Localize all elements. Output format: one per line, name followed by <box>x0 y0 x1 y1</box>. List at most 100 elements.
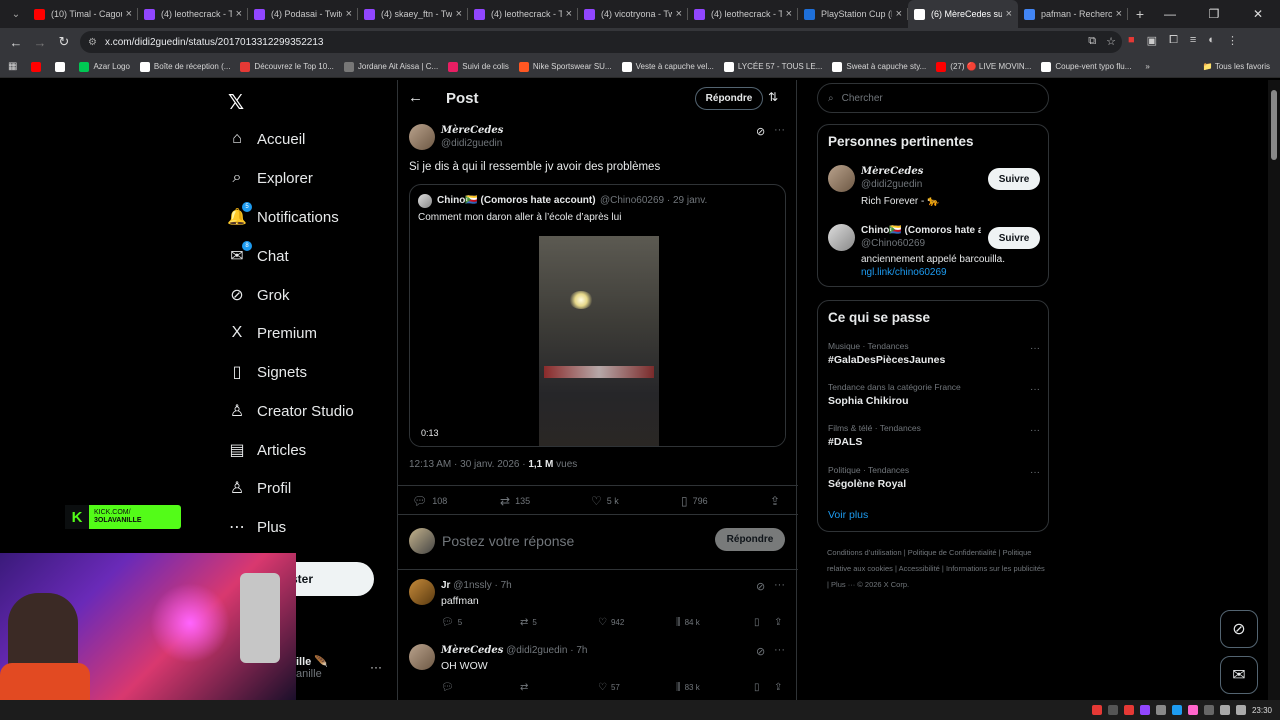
bookmark-item[interactable]: Coupe-vent typo flu... <box>1041 61 1131 72</box>
reply-author-name[interactable]: Jr <box>441 580 450 591</box>
reply-views-action[interactable]: ⫼ 83 k <box>676 682 700 693</box>
nav-item-plus[interactable]: ⋯ Plus <box>226 512 286 542</box>
author-name[interactable]: 𝑴è𝒓𝒆𝑪𝒆𝒅𝒆𝒔 <box>441 125 503 136</box>
header-reply-button[interactable]: Répondre <box>695 87 763 110</box>
reply-more-icon[interactable]: ··· <box>774 644 785 656</box>
url-field[interactable]: ⚙ x.com/didi2guedin/status/2017013312299… <box>80 31 1122 53</box>
tray-app-icon[interactable] <box>1155 705 1166 715</box>
grok-fab-icon[interactable]: ⊘ <box>1220 610 1258 648</box>
search-input[interactable]: ⌕ Chercher <box>817 83 1049 113</box>
browser-tab[interactable]: (10) Timal - Cagoule × <box>28 0 138 28</box>
apps-grid-icon[interactable]: ▦ <box>8 61 17 72</box>
post-timestamp[interactable]: 12:13 AM · 30 janv. 2026 · <box>409 459 528 470</box>
x-logo-icon[interactable]: 𝕏 <box>228 90 244 115</box>
reading-list-icon[interactable]: ≡ <box>1190 34 1196 47</box>
grok-icon[interactable]: ⊘ <box>756 125 765 138</box>
extension-red-icon[interactable]: ■ <box>1128 34 1135 47</box>
nav-item-creator-studio[interactable]: ♙ Creator Studio <box>226 396 354 426</box>
account-switcher[interactable]: ille 🪶 anille <box>296 655 328 680</box>
tab-search-icon[interactable]: ⌄ <box>4 4 28 24</box>
reply-submit-button[interactable]: Répondre <box>715 528 785 551</box>
tray-app-icon[interactable] <box>1187 705 1198 715</box>
tray-app-icon[interactable] <box>1091 705 1102 715</box>
reply-share-action[interactable]: ⇪ <box>774 617 786 628</box>
browser-tab[interactable]: (4) leothecrack - Twitch × <box>468 0 578 28</box>
reply-item[interactable]: 𝑴è𝒓𝒆𝑪𝒆𝒅𝒆𝒔 @didi2guedin · 7h OH WOW ⊘ ···… <box>398 636 798 700</box>
grok-icon[interactable]: ⊘ <box>756 645 765 658</box>
forward-arrow-icon[interactable]: → <box>28 35 52 50</box>
footer-links[interactable]: Conditions d’utilisation | Politique de … <box>827 545 1047 593</box>
tab-close-icon[interactable]: × <box>1006 8 1012 20</box>
profile-avatar-icon[interactable]: ◐ <box>1208 34 1215 47</box>
browser-tab[interactable]: (4) Podasai - Twitch × <box>248 0 358 28</box>
reply-avatar[interactable] <box>409 644 435 670</box>
tray-app-icon[interactable] <box>1203 705 1214 715</box>
wifi-icon[interactable] <box>1219 705 1230 715</box>
tray-app-icon[interactable] <box>1123 705 1134 715</box>
browser-tab[interactable]: PlayStation Cup (Fr) × <box>798 0 908 28</box>
scrollbar-thumb[interactable] <box>1271 90 1277 160</box>
messages-fab-icon[interactable]: ✉ <box>1220 656 1258 694</box>
trend-more-icon[interactable]: ··· <box>1030 343 1040 354</box>
repost-action[interactable]: ⇄ 135 <box>500 494 530 508</box>
trend-item[interactable]: Tendance dans la catégorie France Sophia… <box>828 382 1040 407</box>
close-window-icon[interactable]: ✕ <box>1236 7 1280 21</box>
site-info-icon[interactable]: ⚙ <box>88 37 97 48</box>
browser-tab[interactable]: (6) MèreCedes sur X × <box>908 0 1018 28</box>
bookmark-item[interactable]: Boîte de réception (... <box>139 61 230 72</box>
bookmark-item[interactable]: Azar Logo <box>79 61 130 72</box>
author-avatar[interactable] <box>409 124 435 150</box>
tray-app-icon[interactable] <box>1171 705 1182 715</box>
reply-like-action[interactable]: ♡ 942 <box>598 617 624 628</box>
trend-more-icon[interactable]: ··· <box>1030 425 1040 436</box>
person-name[interactable]: Chino🇰🇲 (Comoros hate account) <box>861 225 981 236</box>
quote-video[interactable]: 0:13 <box>410 233 785 446</box>
person-avatar[interactable] <box>828 224 855 251</box>
browser-tab[interactable]: (4) skaey_ftn - Twitch × <box>358 0 468 28</box>
bookmark-item[interactable]: LYCÉE 57 - TOUS LE... <box>723 61 822 72</box>
follow-button[interactable]: Suivre <box>988 227 1040 249</box>
browser-menu-icon[interactable]: ⋮ <box>1227 34 1238 47</box>
filter-settings-icon[interactable]: ⇅ <box>768 90 778 104</box>
bookmark-item[interactable] <box>55 61 69 72</box>
person-name[interactable]: 𝑴è𝒓𝒆𝑪𝒆𝒅𝒆𝒔 <box>861 166 981 177</box>
author-handle[interactable]: @didi2guedin <box>441 138 502 149</box>
reply-item[interactable]: Jr @1nssly · 7h paffman ⊘ ··· 💬︎ 5 ⇄ 5 ♡ 94… <box>398 571 798 637</box>
quoted-post[interactable]: Chino🇰🇲 (Comoros hate account) @Chino602… <box>409 184 786 447</box>
reply-share-action[interactable]: ⇪ <box>774 682 786 693</box>
nav-item-chat[interactable]: ✉ 8 Chat <box>226 241 289 271</box>
reply-repost-action[interactable]: ⇄ 5 <box>520 617 537 628</box>
restore-icon[interactable]: ❐ <box>1192 7 1236 21</box>
reply-views-action[interactable]: ⫼ 84 k <box>676 617 700 628</box>
tab-close-icon[interactable]: × <box>346 8 352 20</box>
reply-input[interactable]: Postez votre réponse <box>442 533 574 549</box>
clock[interactable]: 23:30 <box>1252 706 1272 715</box>
bookmark-item[interactable]: Veste à capuche vel... <box>621 61 714 72</box>
reply-reply-action[interactable]: 💬︎ 5 <box>441 617 462 628</box>
reply-avatar[interactable] <box>409 579 435 605</box>
tray-app-icon[interactable] <box>1107 705 1118 715</box>
trend-more-icon[interactable]: ··· <box>1030 467 1040 478</box>
page-scrollbar[interactable] <box>1268 80 1280 700</box>
like-action[interactable]: ♡ 5 k <box>591 494 619 508</box>
share-action[interactable]: ⇪ <box>770 494 785 508</box>
follow-button[interactable]: Suivre <box>988 168 1040 190</box>
extension-grey-icon[interactable]: ▣ <box>1147 34 1157 47</box>
trend-item[interactable]: Politique · Tendances Ségolène Royal ··· <box>828 465 1040 490</box>
bookmark-item[interactable]: Découvrez le Top 10... <box>240 61 334 72</box>
person-link[interactable]: ngl.link/chino60269 <box>861 267 947 278</box>
tab-close-icon[interactable]: × <box>896 8 902 20</box>
tab-close-icon[interactable]: × <box>676 8 682 20</box>
reply-author-name[interactable]: 𝑴è𝒓𝒆𝑪𝒆𝒅𝒆𝒔 <box>441 645 503 656</box>
tab-close-icon[interactable]: × <box>1116 8 1122 20</box>
all-bookmarks-folder[interactable]: 📁 Tous les favoris <box>1203 62 1270 71</box>
bookmark-item[interactable]: Sweat à capuche sty... <box>832 61 926 72</box>
bookmark-action[interactable]: ▯ 796 <box>681 494 708 508</box>
nav-item-notifications[interactable]: 🔔 5 Notifications <box>226 202 339 232</box>
volume-icon[interactable] <box>1235 705 1246 715</box>
reply-bookmark-action[interactable]: ▯ <box>754 617 764 628</box>
post-more-icon[interactable]: ··· <box>774 124 785 136</box>
reply-repost-action[interactable]: ⇄ <box>520 682 532 693</box>
install-app-icon[interactable]: ⧉ <box>1088 35 1096 48</box>
reply-like-action[interactable]: ♡ 57 <box>598 682 620 693</box>
